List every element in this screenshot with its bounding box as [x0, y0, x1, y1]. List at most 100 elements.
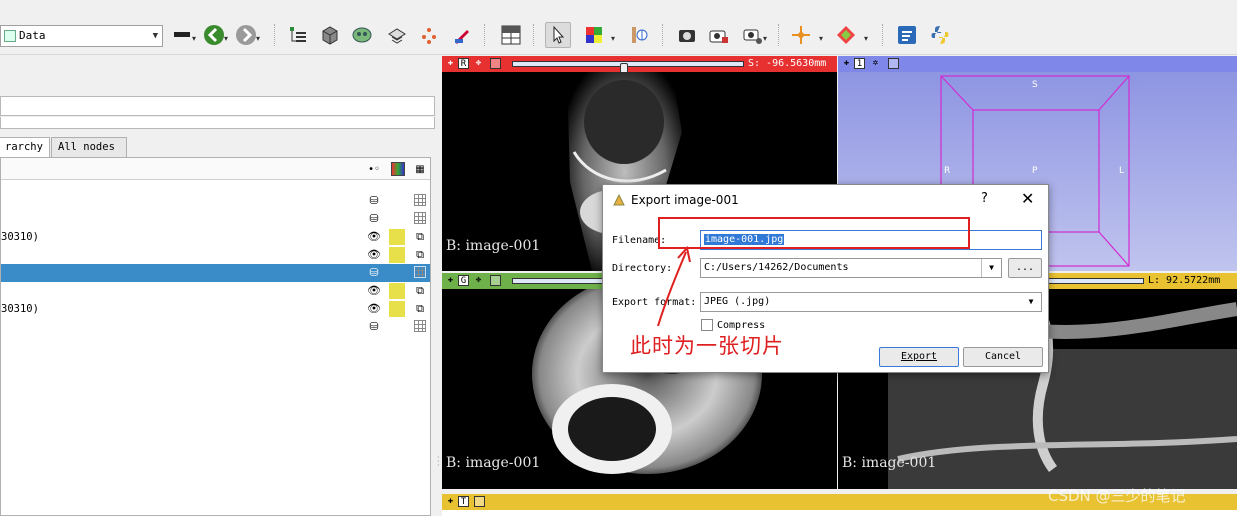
data-module-button[interactable] [285, 22, 311, 48]
window-level-button[interactable] [581, 22, 607, 48]
tree-row-selected[interactable]: ⛁ [1, 264, 430, 282]
view-number: 1 [856, 59, 863, 69]
crosshair-toggle-button[interactable] [625, 22, 651, 48]
eye-icon[interactable]: 👁 [367, 284, 381, 298]
red-slice-controller: ✚ R ✥ S: -96.5630mm [442, 56, 837, 76]
eye-icon[interactable]: 👁 [367, 248, 381, 262]
slice-letter-badge: T [458, 496, 469, 507]
camera-view-icon [709, 30, 728, 43]
maximize-icon[interactable] [490, 58, 501, 69]
maximize-icon[interactable] [490, 275, 501, 286]
transform-icon[interactable]: ⧉ [413, 230, 427, 244]
chevron-down-icon[interactable]: ▾ [611, 34, 615, 43]
slice-offset-slider[interactable] [512, 61, 744, 76]
slice-offset-slider[interactable] [1048, 278, 1144, 284]
tree-row[interactable]: ⛁ [1, 318, 430, 336]
volumes-button[interactable] [317, 22, 343, 48]
tab-subject-hierarchy[interactable]: rarchy [0, 137, 50, 158]
directory-combobox[interactable]: C:/Users/14262/Documents ▼ [700, 258, 1002, 278]
volumes-cube-icon [322, 26, 338, 45]
color-swatch[interactable] [389, 229, 405, 245]
extensions-icon [898, 26, 916, 44]
eye-icon[interactable]: 👁 [367, 230, 381, 244]
pin-icon[interactable]: ✚ [445, 496, 456, 507]
module-selector[interactable]: Data ▼ [0, 25, 163, 47]
export-button-label: Export [900, 351, 938, 362]
capture-view-button[interactable] [706, 22, 732, 48]
slice-letter: G [460, 276, 467, 286]
tree-row[interactable]: ⛁ [1, 192, 430, 210]
subject-hierarchy-tree[interactable]: •◦ ▦ ⛁ ⛁ 30310) 👁 ⧉ 👁 ⧉ ⛁ 👁 ⧉ 30310) 👁 ⧉… [0, 157, 431, 516]
markups-button[interactable] [416, 22, 442, 48]
tree-row[interactable]: 30310) 👁 ⧉ [1, 228, 430, 246]
chevron-down-icon: ▼ [152, 31, 158, 41]
grid-icon[interactable] [414, 266, 426, 278]
export-format-select[interactable]: JPEG (.jpg) ▼ [700, 292, 1042, 312]
transforms-button[interactable] [384, 22, 410, 48]
chevron-down-icon[interactable]: ▾ [763, 34, 767, 43]
eye-icon[interactable]: 👁 [367, 302, 381, 316]
extension-manager-button[interactable] [894, 22, 920, 48]
color-swatch[interactable] [389, 283, 405, 299]
chevron-down-icon[interactable]: ▾ [256, 34, 260, 43]
layout-icon [501, 25, 521, 45]
chevron-down-icon[interactable]: ▼ [981, 259, 1001, 277]
color-icon[interactable] [391, 162, 405, 176]
volume-node-icon: ⛁ [369, 212, 379, 225]
transform-icon[interactable]: ⧉ [413, 284, 427, 298]
transform-icon[interactable]: ⧉ [413, 302, 427, 316]
markup-place-button[interactable] [833, 22, 859, 48]
pin-icon[interactable]: ✚ [445, 58, 456, 69]
pin-icon[interactable]: ✚ [841, 58, 852, 69]
grid-icon[interactable] [414, 194, 426, 206]
view-image-label: B: image-001 [842, 455, 937, 471]
link-icon[interactable]: ✥ [473, 58, 484, 69]
grid-icon[interactable] [414, 212, 426, 224]
segment-editor-button[interactable] [449, 22, 475, 48]
chevron-down-icon[interactable]: ▾ [224, 34, 228, 43]
slice-offset-readout: L: 92.5722mm [1148, 275, 1221, 286]
toolbar-separator [484, 24, 485, 46]
grid-icon[interactable] [414, 320, 426, 332]
annotation-arrow [657, 245, 691, 327]
chevron-down-icon[interactable]: ▾ [192, 34, 196, 43]
annotation-highlight-box [658, 217, 970, 249]
tree-row[interactable]: 👁 ⧉ [1, 246, 430, 264]
transform-icon[interactable]: ⧉ [413, 248, 427, 262]
slice-letter: R [460, 59, 467, 69]
screenshot-button[interactable] [674, 22, 700, 48]
chevron-down-icon[interactable]: ▾ [864, 34, 868, 43]
link-icon[interactable]: ✥ [473, 275, 484, 286]
orientation-label-right: L [1119, 166, 1125, 176]
python-console-button[interactable] [927, 22, 953, 48]
pin-icon[interactable]: ✚ [445, 275, 456, 286]
tab-all-nodes[interactable]: All nodes [51, 137, 127, 157]
mouse-mode-button[interactable] [545, 22, 571, 48]
tree-row[interactable]: 30310) 👁 ⧉ [1, 300, 430, 318]
volume-node-icon: ⛁ [369, 320, 379, 333]
view-image-label: B: image-001 [446, 455, 541, 471]
transform-column-icon[interactable]: ▦ [413, 162, 427, 176]
gear-icon[interactable]: ✲ [870, 58, 881, 69]
visibility-eye-icon[interactable]: •◦ [367, 162, 381, 176]
models-button[interactable] [349, 22, 375, 48]
maximize-icon[interactable] [474, 496, 485, 507]
chevron-down-icon[interactable]: ▾ [819, 34, 823, 43]
color-swatch[interactable] [389, 301, 405, 317]
node-filter-input[interactable] [0, 96, 435, 116]
tree-row[interactable]: 👁 ⧉ [1, 282, 430, 300]
chevron-down-icon[interactable]: ▼ [1021, 293, 1041, 311]
models-icon [352, 27, 372, 43]
maximize-icon[interactable] [888, 58, 899, 69]
splitter-handle[interactable]: · · · [437, 454, 440, 470]
export-button[interactable]: Export [879, 347, 959, 367]
help-button[interactable]: ? [981, 191, 988, 206]
bottom-slice-view[interactable] [442, 510, 1237, 516]
layout-button[interactable] [498, 22, 524, 48]
color-swatch[interactable] [389, 247, 405, 263]
cancel-button[interactable]: Cancel [963, 347, 1043, 367]
tree-row[interactable]: ⛁ [1, 210, 430, 228]
crosshair-button[interactable] [788, 22, 814, 48]
browse-button[interactable]: ... [1008, 258, 1042, 278]
close-button[interactable]: ✕ [1021, 189, 1034, 208]
